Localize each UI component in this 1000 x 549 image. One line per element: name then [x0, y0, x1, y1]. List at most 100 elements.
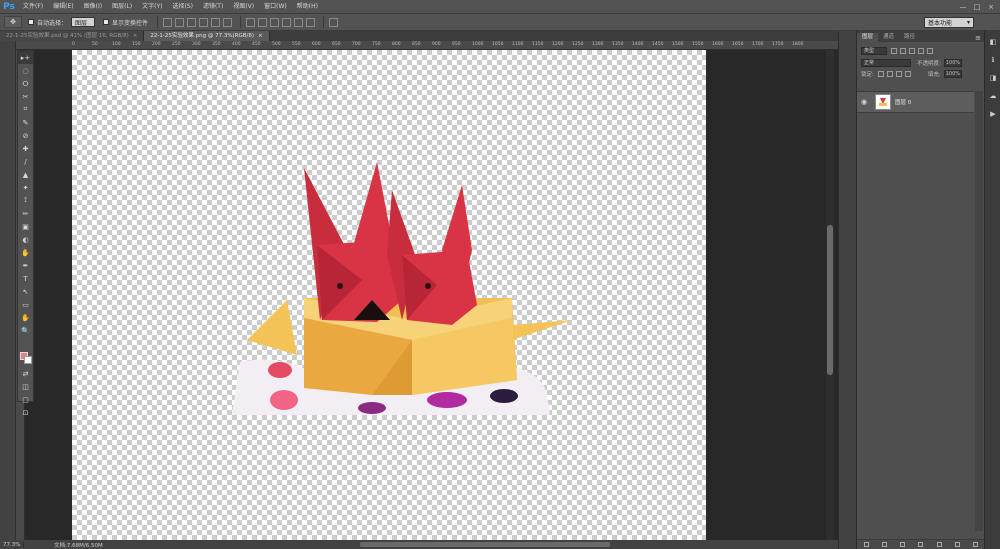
tool-button-17[interactable]: T [18, 272, 33, 285]
background-color-swatch[interactable] [24, 356, 32, 364]
tool-button-8[interactable]: / [18, 155, 33, 168]
tool-button-18[interactable]: ↖ [18, 285, 33, 298]
tool-button-6[interactable]: ⊘ [18, 129, 33, 142]
align-right-icon[interactable] [223, 17, 233, 27]
tool-button-5[interactable]: ✎ [18, 116, 33, 129]
filter-smart-object-icon[interactable] [927, 48, 933, 54]
new-group-icon[interactable] [936, 542, 942, 547]
tool-button-19[interactable]: ▭ [18, 298, 33, 311]
lock-position-icon[interactable] [895, 70, 902, 77]
info-icon[interactable]: ℹ [985, 53, 1000, 67]
document-canvas[interactable] [72, 50, 706, 540]
align-top-icon[interactable] [163, 17, 173, 27]
menu-layer[interactable]: 图层(L) [107, 0, 137, 13]
tool-button-4[interactable]: ⌗ [18, 103, 33, 116]
properties-icon[interactable]: ◨ [985, 71, 1000, 85]
tool-button-7[interactable]: ✚ [18, 142, 33, 155]
tool-button-24[interactable]: ▢ [18, 393, 33, 406]
tab-layers[interactable]: 图层 [857, 33, 879, 42]
lock-pixels-icon[interactable] [886, 70, 893, 77]
menu-type[interactable]: 文字(Y) [137, 0, 167, 13]
menu-filter[interactable]: 滤镜(T) [198, 0, 228, 13]
tab-paths[interactable]: 路径 [899, 33, 920, 42]
distribute-right-icon[interactable] [306, 17, 316, 27]
close-icon[interactable]: × [984, 3, 998, 11]
tool-button-25[interactable]: ⊡ [18, 406, 33, 419]
tool-button-0[interactable]: ▸+ [18, 51, 33, 64]
tab-channels[interactable]: 通道 [878, 33, 899, 42]
workspace-selector[interactable]: 基本功能 ▾ [924, 17, 974, 28]
history-icon[interactable]: ◧ [985, 35, 1000, 49]
menu-select[interactable]: 选择(S) [167, 0, 198, 13]
tool-button-1[interactable]: ◌ [18, 64, 33, 77]
layer-row[interactable]: ◉ 图层 0 [857, 91, 974, 113]
tool-button-22[interactable]: ⇄ [18, 367, 33, 380]
layer-kind-filter[interactable]: 类型 [861, 47, 887, 55]
horizontal-scrollbar-thumb[interactable] [360, 542, 610, 547]
auto-align-icon[interactable] [329, 17, 339, 27]
actions-play-icon[interactable]: ▶ [985, 107, 1000, 121]
tool-button-14[interactable]: ◐ [18, 233, 33, 246]
tool-button-11[interactable]: ⟟ [18, 194, 33, 207]
menu-view[interactable]: 视图(V) [228, 0, 259, 13]
horizontal-ruler[interactable]: 0 50 100 150 200 250 300 350 400 450 500 550 600 650 7… [16, 41, 838, 50]
auto-select-dropdown[interactable]: 图层 [71, 17, 96, 27]
new-adjustment-icon[interactable] [918, 542, 924, 547]
menu-file[interactable]: 文件(F) [18, 0, 48, 13]
lock-transparent-icon[interactable] [877, 70, 884, 77]
distribute-vcenter-icon[interactable] [258, 17, 268, 27]
align-bottom-icon[interactable] [187, 17, 197, 27]
menu-image[interactable]: 图像(I) [79, 0, 107, 13]
filter-adjustment-icon[interactable] [900, 48, 906, 54]
tab-psd-document[interactable]: 22-1-25实验效果.psd @ 41% (图层 16, RGB/8) × [0, 31, 145, 41]
tool-button-3[interactable]: ✂ [18, 90, 33, 103]
filter-pixel-icon[interactable] [891, 48, 897, 54]
show-transform-checkbox[interactable] [103, 19, 110, 25]
panel-menu-icon[interactable]: ≡ [975, 34, 984, 42]
align-hcenter-icon[interactable] [211, 17, 221, 27]
tool-button-10[interactable]: ✦ [18, 181, 33, 194]
lock-all-icon[interactable] [904, 70, 911, 77]
opacity-field[interactable]: 100% [943, 58, 962, 67]
vertical-scrollbar[interactable] [826, 50, 834, 540]
close-tab-icon[interactable]: × [133, 33, 138, 39]
menu-window[interactable]: 窗口(W) [259, 0, 292, 13]
tool-button-9[interactable]: ▲ [18, 168, 33, 181]
tool-button-2[interactable]: ⵔ [18, 77, 33, 90]
filter-type-icon[interactable] [909, 48, 915, 54]
auto-select-checkbox[interactable] [28, 19, 34, 25]
tool-button-16[interactable]: ✒ [18, 259, 33, 272]
distribute-top-icon[interactable] [246, 17, 256, 27]
blend-mode-select[interactable]: 正常 [861, 58, 911, 67]
add-mask-icon[interactable] [900, 542, 906, 547]
tab-png-document[interactable]: 22-1-25实验效果.png @ 77.3%(RGB/8) × [144, 31, 270, 41]
link-layers-icon[interactable] [863, 542, 869, 547]
filter-shape-icon[interactable] [918, 48, 924, 54]
tool-button-12[interactable]: ✏ [18, 207, 33, 220]
tool-button-15[interactable]: ✋ [18, 246, 33, 259]
eye-icon[interactable]: ◉ [857, 98, 871, 106]
fill-field[interactable]: 100% [943, 69, 962, 78]
align-vcenter-icon[interactable] [175, 17, 185, 27]
menu-help[interactable]: 帮助(H) [292, 0, 323, 13]
libraries-icon[interactable]: ☁ [985, 89, 1000, 103]
tool-button-13[interactable]: ▣ [18, 220, 33, 233]
menu-edit[interactable]: 编辑(E) [48, 0, 78, 13]
layer-style-icon[interactable] [881, 542, 887, 547]
minimize-icon[interactable]: — [956, 3, 970, 11]
distribute-bottom-icon[interactable] [270, 17, 280, 27]
layer-name[interactable]: 图层 0 [895, 98, 911, 106]
maximize-icon[interactable]: □ [970, 3, 984, 11]
move-tool-icon[interactable]: ✥ [4, 16, 22, 28]
distribute-left-icon[interactable] [282, 17, 292, 27]
distribute-hcenter-icon[interactable] [294, 17, 304, 27]
document-size[interactable]: 文档:7.68M/6.50M [24, 541, 103, 549]
zoom-level[interactable]: 77.3% [0, 541, 24, 548]
close-tab-icon[interactable]: × [258, 33, 263, 39]
layers-scrollbar[interactable] [975, 91, 983, 531]
new-layer-icon[interactable] [955, 542, 961, 547]
tool-button-23[interactable]: ◫ [18, 380, 33, 393]
trash-icon[interactable] [973, 542, 979, 547]
tool-button-20[interactable]: ✋ [18, 311, 33, 324]
scrollbar-thumb[interactable] [827, 225, 833, 375]
